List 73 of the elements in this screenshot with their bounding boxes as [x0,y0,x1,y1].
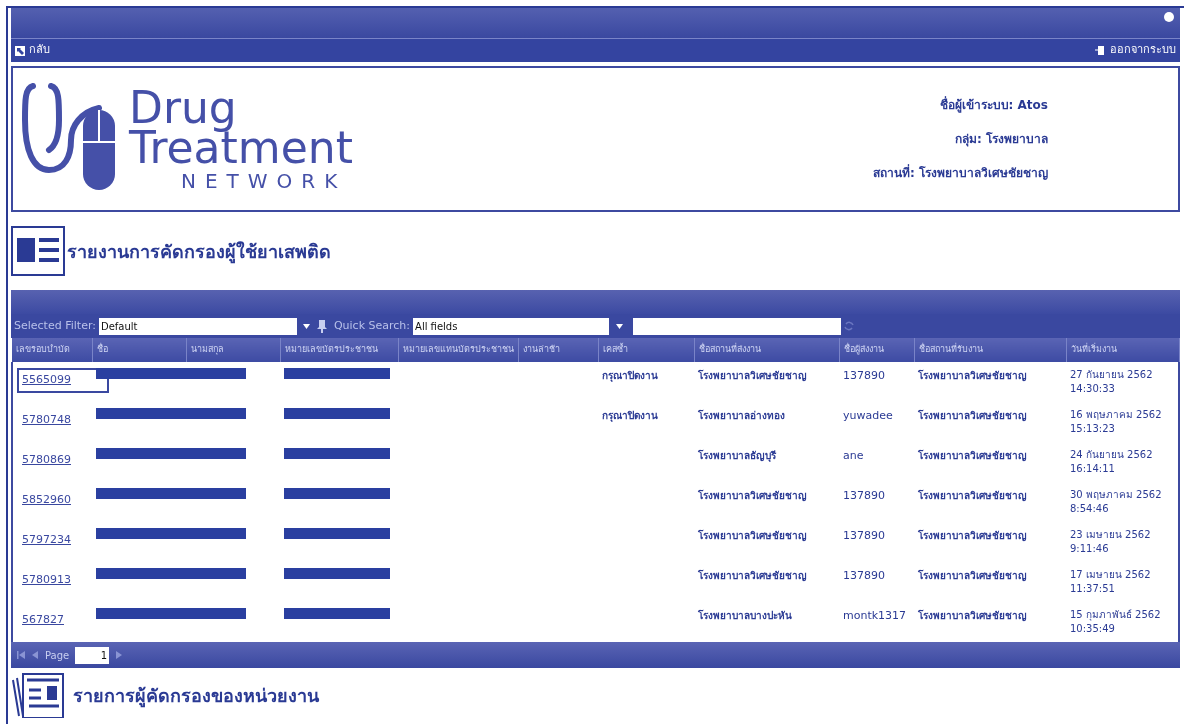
section-title: รายการผู้คัดกรองของหน่วยงาน [73,683,319,709]
table-cell: กรุณาปิดงาน [602,370,658,381]
column-header[interactable]: วันที่เริ่มงาน [1066,338,1179,362]
column-header[interactable]: ชื่อ [92,338,186,362]
table-cell: โรงพยาบาลวิเศษชัยชาญ [918,610,1027,621]
date-cell-text: 23 เมษายน 2562 9:11:46 [1070,528,1152,556]
column-header[interactable]: เคสซ้ำ [598,338,694,362]
page-field[interactable]: 1 [75,646,110,664]
table-cell: โรงพยาบาลวิเศษชัยชาญ [698,570,807,581]
date-cell-text: 17 เมษายน 2562 11:37:51 [1070,568,1152,596]
table-cell: 137890 [843,489,885,502]
table-cell: yuwadee [843,409,893,422]
back-link[interactable]: กลับ [15,42,50,59]
search-field[interactable] [633,317,842,335]
record-link[interactable]: 5797234 [17,528,76,553]
search-scope-field[interactable]: All fields [413,317,610,335]
table-cell: โรงพยาบาลวิเศษชัยชาญ [918,450,1027,461]
door-icon [1095,45,1106,56]
date-cell-text: 30 พฤษภาคม 2562 8:54:46 [1070,488,1163,516]
table-cell: 137890 [843,529,885,542]
table-cell: 137890 [843,369,885,382]
date-cell-text: 16 พฤษภาคม 2562 15:13:23 [1070,408,1163,436]
report-title: รายงานการคัดกรองผู้ใช้ยาเสพติด [67,239,331,265]
next-page-button[interactable] [115,648,124,662]
column-header[interactable]: หมายเลขบัตรประชาชน [280,338,398,362]
document-list-icon [11,672,67,718]
collapse-button[interactable] [1164,12,1174,22]
date-cell-text: 27 กันยายน 2562 14:30:33 [1070,368,1154,396]
table-cell: โรงพยาบาลวิเศษชัยชาญ [698,490,807,501]
caret-icon [615,323,623,329]
table-cell: montk1317 [843,609,907,622]
record-link[interactable]: 5780869 [17,448,76,473]
pin-icon[interactable] [316,319,327,333]
column-header[interactable]: ชื่อสถานที่รับงาน [914,338,1066,362]
table-cell: โรงพยาบาลอ่างทอง [698,410,785,421]
table-cell: โรงพยาบาลบางปะหัน [698,610,792,621]
record-link[interactable]: 5780748 [17,408,76,433]
table-cell: โรงพยาบาลธัญบุรี [698,450,776,461]
table-cell: ane [843,449,864,462]
record-link[interactable]: 567827 [17,608,69,633]
record-link[interactable]: 5852960 [17,488,76,513]
table-cell: กรุณาปิดงาน [602,410,658,421]
quick-search-label: Quick Search: [333,317,411,334]
table-cell: 137890 [843,569,885,582]
caret-icon [303,323,311,329]
user-info-text: สถานที่: โรงพยาบาลวิเศษชัยชาญ [873,164,1048,182]
column-header[interactable]: ชื่อผู้ส่งงาน [839,338,914,362]
date-cell-text: 15 กุมภาพันธ์ 2562 10:35:49 [1070,608,1162,636]
logout-link[interactable]: ออกจากระบบ [1095,42,1176,59]
report-icon [11,226,65,276]
table-cell: โรงพยาบาลวิเศษชัยชาญ [698,530,807,541]
table-cell: โรงพยาบาลวิเศษชัยชาญ [918,370,1027,381]
table-cell: โรงพยาบาลวิเศษชัยชาญ [698,370,807,381]
table-cell: โรงพยาบาลวิเศษชัยชาญ [918,570,1027,581]
column-header[interactable]: หมายเลขแทนบัตรประชาชน [398,338,518,362]
column-header[interactable]: เลขรอบบำบัด [12,338,92,362]
user-info-text: ชื่อผู้เข้าระบบ: Atos [938,96,1048,114]
column-header[interactable]: ชื่อสถานที่ส่งงาน [694,338,839,362]
table-cell: โรงพยาบาลวิเศษชัยชาญ [918,490,1027,501]
user-info-text: กลุ่ม: โรงพยาบาล [954,131,1048,148]
back-arrow-icon [15,45,25,56]
filter-field[interactable]: Default [98,317,297,335]
table-cell: โรงพยาบาลวิเศษชัยชาญ [918,530,1027,541]
column-header[interactable]: นามสกุล [186,338,280,362]
date-cell-text: 24 กันยายน 2562 16:14:11 [1070,448,1154,476]
table-cell: โรงพยาบาลวิเศษชัยชาญ [918,410,1027,421]
previous-page-button[interactable] [31,648,39,662]
filter-label: Selected Filter: [14,317,96,334]
record-link[interactable]: 5780913 [17,568,76,593]
first-page-button[interactable] [17,648,25,662]
page-label: Page [45,648,70,663]
logo-subtitle: NETWORK [181,171,348,190]
column-header[interactable]: งานล่าช้า [518,338,598,362]
